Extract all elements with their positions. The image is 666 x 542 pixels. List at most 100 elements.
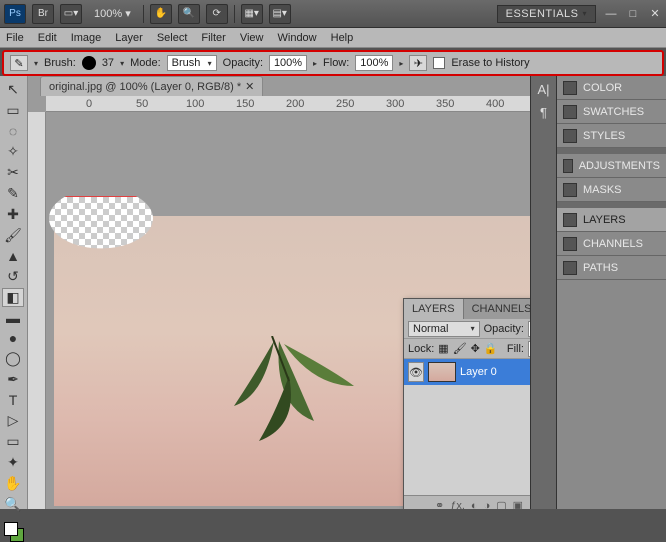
lock-position-icon[interactable]: ✥ — [471, 342, 480, 355]
menu-filter[interactable]: Filter — [201, 32, 225, 44]
paths-panel-button[interactable]: PATHS — [557, 256, 666, 280]
blend-mode-select[interactable]: Normal▾ — [408, 321, 480, 337]
menu-edit[interactable]: Edit — [38, 32, 57, 44]
masks-icon — [563, 183, 577, 197]
marquee-tool-icon[interactable]: ▭ — [2, 101, 24, 120]
hand-tool-icon[interactable]: ✋ — [2, 474, 24, 493]
heal-tool-icon[interactable]: ✚ — [2, 205, 24, 224]
zoom-tool-icon[interactable]: 🔍 — [178, 4, 200, 24]
menu-file[interactable]: File — [6, 32, 24, 44]
mode-label: Mode: — [130, 57, 161, 69]
layer-row[interactable]: 👁 Layer 0 — [404, 359, 530, 385]
channels-tab[interactable]: CHANNELS — [464, 299, 530, 319]
swatches-panel[interactable]: SWATCHES — [557, 100, 666, 124]
group-icon[interactable]: ▢ — [496, 499, 506, 509]
canvas-area: original.jpg @ 100% (Layer 0, RGB/8) *✕ … — [28, 76, 530, 509]
layer-thumbnail[interactable] — [428, 362, 456, 382]
arrange-docs-button[interactable]: ▦▾ — [241, 4, 263, 24]
workspace-switcher[interactable]: ESSENTIALS▾ — [497, 5, 596, 23]
gradient-tool-icon[interactable]: ▬ — [2, 309, 24, 327]
visibility-icon[interactable]: 👁 — [408, 362, 424, 382]
styles-panel[interactable]: STYLES — [557, 124, 666, 148]
extras-button[interactable]: ▤▾ — [269, 4, 291, 24]
menu-help[interactable]: Help — [331, 32, 354, 44]
document-tab[interactable]: original.jpg @ 100% (Layer 0, RGB/8) *✕ — [40, 76, 263, 96]
brush-preset[interactable] — [82, 56, 96, 70]
erase-history-checkbox[interactable] — [433, 57, 445, 69]
app-logo[interactable]: Ps — [4, 4, 26, 24]
maximize-icon[interactable]: □ — [626, 7, 640, 21]
menu-image[interactable]: Image — [71, 32, 102, 44]
layer-name[interactable]: Layer 0 — [460, 366, 497, 378]
zoom-tool-icon[interactable]: 🔍 — [2, 495, 24, 514]
menu-window[interactable]: Window — [278, 32, 317, 44]
layers-tab[interactable]: LAYERS — [404, 299, 464, 319]
fill-input[interactable]: 100% — [528, 341, 530, 357]
3d-tool-icon[interactable]: ✦ — [2, 453, 24, 472]
channels-panel-button[interactable]: CHANNELS — [557, 232, 666, 256]
eraser-tool-icon[interactable]: ◧ — [2, 288, 24, 307]
dodge-tool-icon[interactable]: ◯ — [2, 349, 24, 368]
mode-select[interactable]: Brush▾ — [167, 55, 217, 71]
type-tool-icon[interactable]: T — [2, 391, 24, 409]
blur-tool-icon[interactable]: ● — [2, 329, 24, 347]
eyedropper-tool-icon[interactable]: ✎ — [2, 184, 24, 203]
close-icon[interactable]: ✕ — [648, 7, 662, 21]
masks-panel[interactable]: MASKS — [557, 178, 666, 202]
brush-size: 37 — [102, 57, 114, 69]
color-panel[interactable]: COLOR — [557, 76, 666, 100]
character-panel-icon[interactable]: A| — [537, 82, 549, 97]
menu-view[interactable]: View — [240, 32, 264, 44]
minimize-icon[interactable]: — — [604, 7, 618, 21]
lock-transparency-icon[interactable]: ▦ — [438, 342, 448, 355]
dock-collapsed: A| ¶ — [530, 76, 556, 509]
adjustments-panel[interactable]: ADJUSTMENTS — [557, 154, 666, 178]
title-bar: Ps Br ▭▾ 100% ▾ ✋ 🔍 ⟳ ▦▾ ▤▾ ESSENTIALS▾ … — [0, 0, 666, 28]
history-brush-icon[interactable]: ↺ — [2, 267, 24, 286]
tab-close-icon[interactable]: ✕ — [245, 80, 254, 93]
link-layers-icon[interactable]: ⚭ — [435, 499, 444, 509]
zoom-level[interactable]: 100% ▾ — [88, 7, 137, 20]
layers-icon — [563, 213, 577, 227]
layer-opacity-input[interactable]: 100% — [528, 321, 530, 337]
panel-dock: COLOR SWATCHES STYLES ADJUSTMENTS MASKS … — [556, 76, 666, 509]
adjustment-layer-icon[interactable]: ◑ — [484, 500, 491, 510]
mask-icon[interactable]: ◐ — [471, 500, 478, 510]
lock-pixels-icon[interactable]: 🖌 — [453, 342, 467, 355]
styles-icon — [563, 129, 577, 143]
lock-label: Lock: — [408, 343, 434, 355]
opacity-input[interactable]: 100% — [269, 55, 307, 71]
delete-layer-icon[interactable]: 🗑 — [529, 499, 530, 509]
airbrush-icon[interactable]: ✈ — [409, 55, 427, 71]
shape-tool-icon[interactable]: ▭ — [2, 432, 24, 451]
rotate-tool-icon[interactable]: ⟳ — [206, 4, 228, 24]
menu-layer[interactable]: Layer — [115, 32, 143, 44]
lock-all-icon[interactable]: 🔒 — [484, 342, 498, 355]
move-tool-icon[interactable]: ↖ — [2, 80, 24, 99]
leaves-image — [204, 336, 384, 466]
stamp-tool-icon[interactable]: ▲ — [2, 247, 24, 265]
flow-input[interactable]: 100% — [355, 55, 393, 71]
brush-tool-icon[interactable]: 🖌 — [2, 226, 24, 245]
paragraph-panel-icon[interactable]: ¶ — [540, 105, 547, 120]
layers-panel: LAYERS CHANNELS PATHS ▸▸ ≡ Normal▾ Opaci… — [403, 298, 530, 509]
ruler-horizontal: 050100150200250300350400 — [46, 96, 530, 112]
screen-mode-button[interactable]: ▭▾ — [60, 4, 82, 24]
crop-tool-icon[interactable]: ✂ — [2, 163, 24, 182]
bridge-button[interactable]: Br — [32, 4, 54, 24]
fx-icon[interactable]: ƒx. — [450, 500, 465, 510]
erase-history-label: Erase to History — [451, 57, 529, 69]
pen-tool-icon[interactable]: ✒ — [2, 370, 24, 389]
path-tool-icon[interactable]: ▷ — [2, 411, 24, 430]
layer-opacity-label: Opacity: — [484, 323, 524, 335]
hand-tool-icon[interactable]: ✋ — [150, 4, 172, 24]
wand-tool-icon[interactable]: ✧ — [2, 142, 24, 161]
layers-footer: ⚭ ƒx. ◐ ◑ ▢ ▣ 🗑 — [404, 495, 530, 509]
lasso-tool-icon[interactable]: ◌ — [2, 122, 24, 140]
channels-icon — [563, 237, 577, 251]
layers-panel-button[interactable]: LAYERS — [557, 208, 666, 232]
eraser-tool-icon[interactable]: ✎ — [10, 55, 28, 71]
paths-icon — [563, 261, 577, 275]
menu-select[interactable]: Select — [157, 32, 188, 44]
new-layer-icon[interactable]: ▣ — [513, 499, 523, 509]
